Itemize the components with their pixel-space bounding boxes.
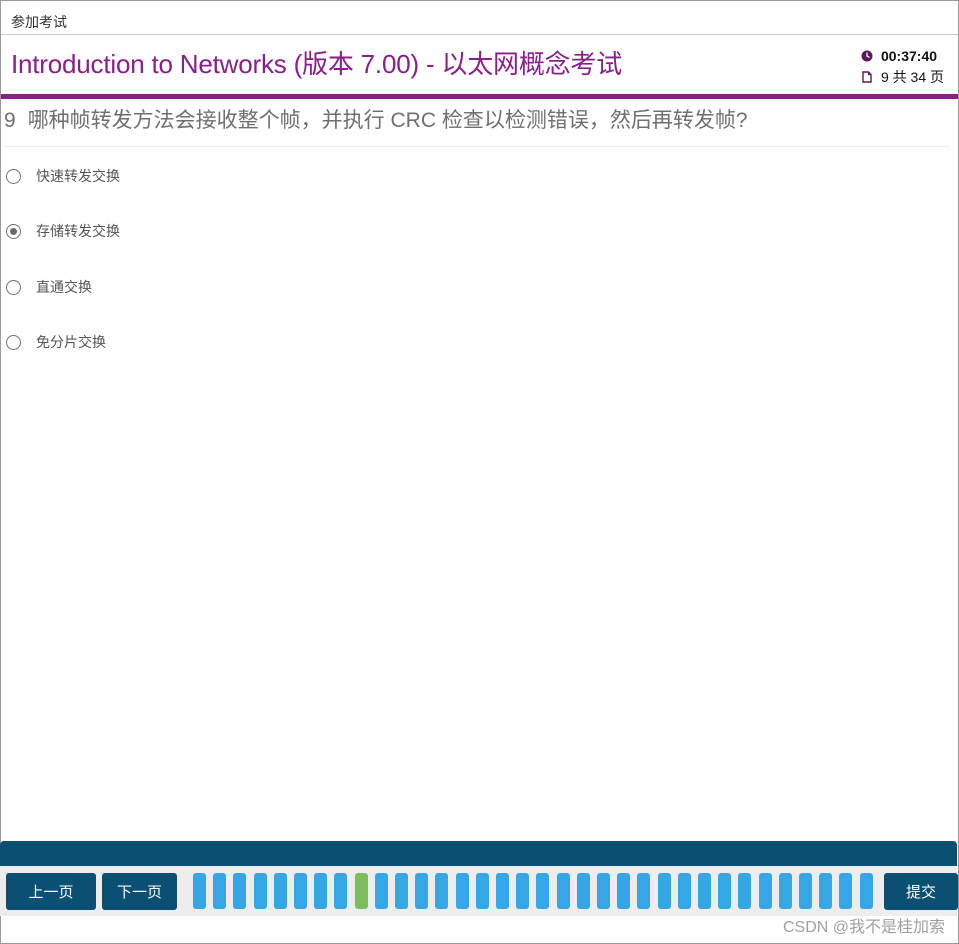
page-tab[interactable] — [617, 873, 630, 909]
radio-button[interactable] — [6, 168, 21, 184]
exam-window: 参加考试 Introduction to Networks (版本 7.00) … — [0, 0, 959, 944]
page-tab[interactable] — [597, 873, 610, 909]
page-tab[interactable] — [779, 873, 792, 909]
page-tab[interactable] — [860, 873, 873, 909]
page-tab[interactable] — [496, 873, 509, 909]
page-tab[interactable] — [213, 873, 226, 909]
answer-option[interactable]: 存储转发交换 — [6, 221, 120, 241]
page-tab[interactable] — [658, 873, 671, 909]
timer-value: 00:37:40 — [880, 47, 938, 64]
exam-info: 00:37:40 9 共 34 页 — [861, 45, 944, 87]
page-tab[interactable] — [698, 873, 711, 909]
page-info-row: 9 共 34 页 — [861, 66, 944, 87]
page-tab[interactable] — [334, 873, 347, 909]
page-tab[interactable] — [637, 873, 650, 909]
question-body: 哪种帧转发方法会接收整个帧，并执行 CRC 检查以检测错误，然后再转发帧? — [27, 109, 748, 132]
page-tab[interactable] — [435, 873, 448, 909]
question-number: 9 — [4, 109, 16, 132]
submit-button[interactable]: 提交 — [884, 873, 958, 910]
page-tab[interactable] — [799, 873, 812, 909]
question-text: 9 哪种帧转发方法会接收整个帧，并执行 CRC 检查以检测错误，然后再转发帧? — [4, 104, 748, 134]
page-tab[interactable] — [193, 873, 206, 909]
page-tab[interactable] — [516, 873, 529, 909]
page-tab[interactable] — [536, 873, 549, 909]
next-page-button[interactable]: 下一页 — [102, 873, 177, 910]
page-tab[interactable] — [557, 873, 570, 909]
answer-label: 直通交换 — [36, 279, 92, 295]
page-tab[interactable] — [476, 873, 489, 909]
page-tab[interactable] — [577, 873, 590, 909]
timer-row: 00:37:40 — [861, 45, 944, 66]
window-title: 参加考试 — [11, 14, 67, 30]
radio-button[interactable] — [6, 334, 21, 350]
previous-page-button[interactable]: 上一页 — [6, 873, 96, 910]
answer-option[interactable]: 直通交换 — [6, 277, 92, 297]
answer-option[interactable]: 快速转发交换 — [6, 166, 120, 186]
page-counter: 9 共 34 页 — [880, 68, 944, 85]
page-tab[interactable] — [718, 873, 731, 909]
title-divider — [1, 34, 958, 35]
page-tab[interactable] — [395, 873, 408, 909]
page-tab[interactable] — [678, 873, 691, 909]
page-tab[interactable] — [294, 873, 307, 909]
exam-title: Introduction to Networks (版本 7.00) - 以太网… — [11, 49, 623, 79]
radio-button-selected[interactable] — [6, 223, 21, 239]
page-tab[interactable] — [415, 873, 428, 909]
question-divider — [4, 146, 950, 147]
page-tab[interactable] — [738, 873, 751, 909]
page-tab[interactable] — [375, 873, 388, 909]
page-tab-current[interactable] — [355, 873, 368, 909]
document-icon — [862, 70, 872, 83]
answer-label: 存储转发交换 — [36, 223, 120, 239]
answer-label: 快速转发交换 — [36, 168, 120, 184]
watermark: CSDN @我不是桂加索 — [782, 919, 945, 936]
page-tab[interactable] — [314, 873, 327, 909]
page-tab[interactable] — [759, 873, 772, 909]
radio-button[interactable] — [6, 279, 21, 295]
header-accent-bar — [1, 94, 958, 99]
page-tab[interactable] — [254, 873, 267, 909]
page-tab[interactable] — [839, 873, 852, 909]
page-tab[interactable] — [274, 873, 287, 909]
page-tab[interactable] — [819, 873, 832, 909]
clock-icon — [861, 50, 873, 61]
page-tab[interactable] — [233, 873, 246, 909]
answer-label: 免分片交换 — [36, 334, 106, 350]
footer-band — [0, 841, 957, 866]
answer-option[interactable]: 免分片交换 — [6, 332, 106, 352]
page-tab[interactable] — [456, 873, 469, 909]
